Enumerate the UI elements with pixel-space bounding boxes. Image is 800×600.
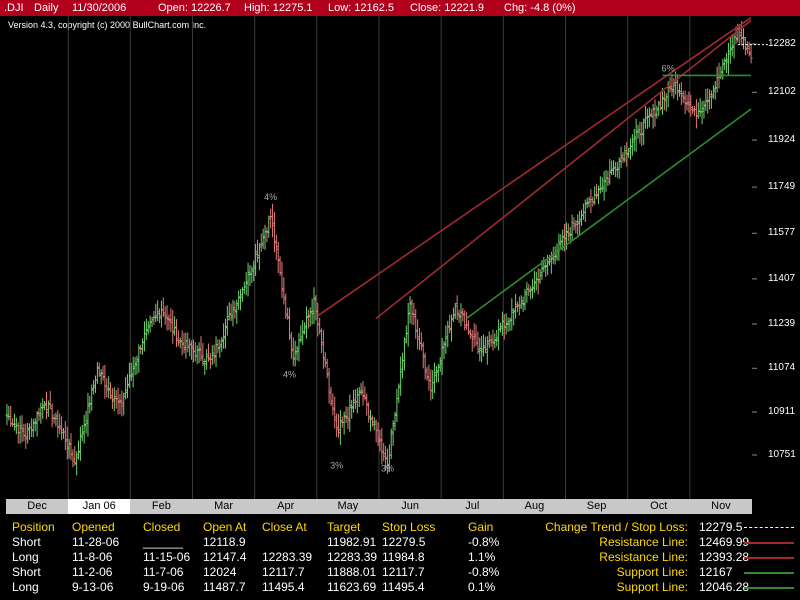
date: 11/30/2006 [72, 2, 127, 14]
month-label[interactable]: Jan 06 [68, 499, 131, 514]
trade-cell-opened: 11-8-06 [72, 550, 113, 564]
legend-value: 12046.28 [699, 580, 750, 594]
trade-cell-closed: 9-19-06 [143, 580, 185, 594]
percent-annotation: 4% [283, 369, 296, 379]
trade-cell-opened: 11-28-06 [72, 535, 120, 549]
y-tick-label: 10751 [768, 449, 796, 460]
trade-cell-gain: 1.1% [468, 550, 496, 564]
trade-cell-close_at: 11495.4 [262, 580, 305, 594]
month-label[interactable]: Feb [130, 499, 192, 514]
trade-cell-close_at: 12117.7 [262, 565, 305, 579]
legend-swatch [744, 587, 794, 589]
percent-annotation: 3% [381, 463, 394, 473]
trade-cell-closed: ______ [143, 535, 184, 549]
trade-cell-stop: 11984.8 [382, 550, 425, 564]
low-value: Low: 12162.5 [328, 2, 395, 14]
month-label[interactable]: Aug [503, 499, 565, 514]
trade-cell-stop: 12279.5 [382, 535, 426, 549]
y-tick-label: 12282 [768, 38, 796, 49]
trade-cell-position: Long [12, 580, 39, 594]
month-label[interactable]: Oct [628, 499, 690, 514]
trade-column-header: Gain [468, 520, 494, 534]
legend-value: 12167 [699, 565, 733, 579]
legend-value: 12469.99 [699, 535, 750, 549]
trade-cell-target: 12283.39 [327, 550, 378, 564]
trade-table: Position Opened Closed Open At Close At Targe… [0, 516, 800, 600]
trade-column-header: Opened [72, 520, 115, 534]
month-label[interactable]: Jul [441, 499, 503, 514]
trade-column-header: Stop Loss [382, 520, 436, 534]
legend-label: Support Line: [616, 580, 688, 594]
y-tick-label: 11239 [768, 317, 796, 329]
y-tick-label: 11407 [768, 272, 796, 284]
trade-cell-stop: 11495.4 [382, 580, 425, 594]
trade-cell-closed: 11-15-06 [143, 550, 191, 564]
chart-window: .DJI Daily 11/30/2006 Open: 12226.7 High… [0, 0, 800, 600]
month-label[interactable]: May [317, 499, 379, 514]
trade-cell-opened: 11-2-06 [72, 565, 113, 579]
trade-column-header: Target [327, 520, 361, 534]
month-label[interactable]: Dec [6, 499, 68, 514]
y-tick-label: 11924 [768, 134, 796, 146]
legend-label: Resistance Line: [599, 535, 688, 549]
trade-column-header: Closed [143, 520, 181, 534]
y-tick-label: 12102 [768, 86, 796, 98]
trade-cell-target: 11623.69 [327, 580, 377, 594]
trade-column-header: Open At [203, 520, 247, 534]
trade-cell-target: 11982.91 [327, 535, 377, 549]
month-label[interactable]: Sep [566, 499, 628, 514]
trade-cell-target: 11888.01 [327, 565, 377, 579]
y-tick-label: 11577 [768, 227, 796, 239]
trade-cell-opened: 9-13-06 [72, 580, 114, 594]
legend-swatch [744, 557, 794, 559]
legend-swatch [744, 527, 794, 528]
support-line [466, 108, 752, 320]
open-value: Open: 12226.7 [158, 2, 231, 14]
high-value: High: 12275.1 [244, 2, 313, 14]
symbol: .DJI [4, 2, 24, 14]
y-tick-label: 10911 [768, 406, 796, 418]
trade-cell-position: Short [12, 535, 41, 549]
legend-swatch [744, 542, 794, 544]
trade-cell-open_at: 12024 [203, 565, 237, 579]
percent-annotation: 3% [330, 461, 343, 471]
legend-value: 12279.5 [699, 520, 743, 534]
month-label[interactable]: Apr [255, 499, 317, 514]
trade-cell-open_at: 11487.7 [203, 580, 246, 594]
legend-swatch [744, 572, 794, 574]
trade-cell-position: Short [12, 565, 41, 579]
trade-cell-gain: 0.1% [468, 580, 496, 594]
trade-column-header: Position [12, 520, 55, 534]
month-label[interactable]: Mar [193, 499, 255, 514]
trade-cell-closed: 11-7-06 [143, 565, 184, 579]
trade-cell-position: Long [12, 550, 39, 564]
trade-column-header: Close At [262, 520, 307, 534]
resistance-line [375, 19, 752, 319]
price-chart[interactable]: 4% 4% 3% 3% 6% [0, 16, 800, 499]
trade-cell-gain: -0.8% [468, 535, 500, 549]
legend-label: Resistance Line: [599, 550, 688, 564]
trade-cell-open_at: 12147.4 [203, 550, 247, 564]
y-tick-label: 11749 [768, 181, 796, 193]
y-tick-label: 11074 [768, 362, 796, 374]
percent-annotation: 6% [662, 63, 675, 73]
percent-annotation: 4% [264, 192, 277, 202]
month-axis: Dec Jan 06 Feb Mar Apr May Jun Jul Aug Sep Oct Nov [6, 499, 752, 514]
trade-cell-open_at: 12118.9 [203, 535, 246, 549]
change-value: Chg: -4.8 (0%) [504, 2, 576, 14]
legend-label: Support Line: [616, 565, 688, 579]
trade-cell-gain: -0.8% [468, 565, 500, 579]
legend-value: 12393.28 [699, 550, 750, 564]
close-value: Close: 12221.9 [410, 2, 484, 14]
period: Daily [34, 2, 59, 14]
month-label[interactable]: Jun [379, 499, 441, 514]
title-bar: .DJI Daily 11/30/2006 Open: 12226.7 High… [0, 0, 800, 16]
month-label[interactable]: Nov [690, 499, 752, 514]
legend-label: Change Trend / Stop Loss: [545, 520, 688, 534]
trade-cell-stop: 12117.7 [382, 565, 425, 579]
trade-cell-close_at: 12283.39 [262, 550, 313, 564]
